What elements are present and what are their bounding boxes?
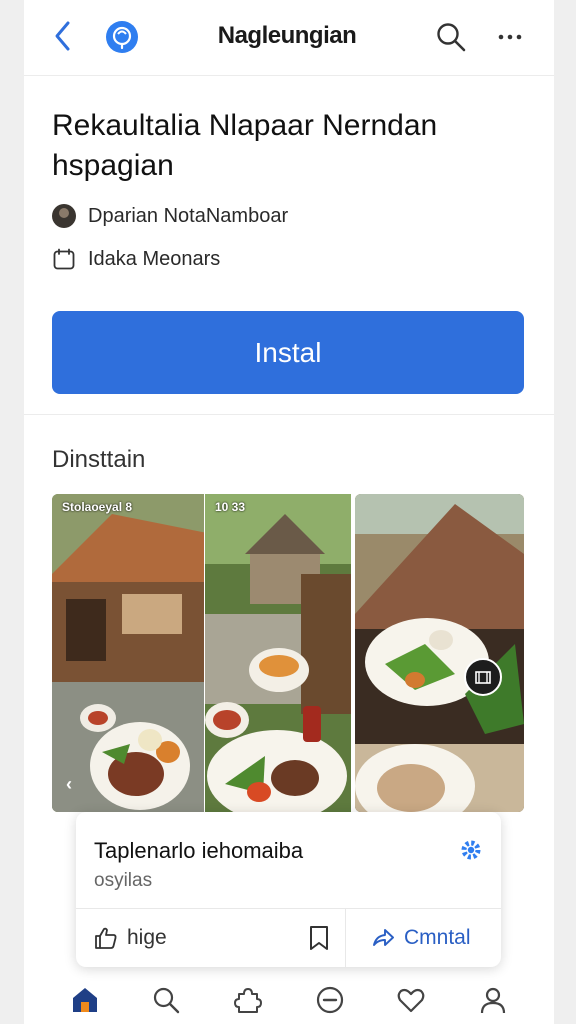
- chevron-left-icon: [55, 21, 70, 51]
- share-arrow-icon: [373, 929, 394, 946]
- app-name: Rekaultalia Nlapaar Nerndan hspagian: [52, 109, 438, 182]
- gear-icon: [461, 840, 481, 860]
- nav-minus[interactable]: [310, 980, 350, 1020]
- home-icon: [72, 988, 97, 1012]
- comment-label: Cmntal: [404, 926, 471, 949]
- screenshot-status-text: Stolaoeyal 8: [62, 500, 133, 514]
- more-horizontal-icon: [498, 34, 522, 40]
- screenshot-status-text: 10 33: [215, 500, 246, 514]
- gallery-prev-icon[interactable]: ‹: [66, 774, 72, 795]
- app-detail-page: Nagleungian Rekaultalia Nlapaar Nerndan …: [24, 0, 554, 1024]
- gallery-play-badge[interactable]: [464, 658, 502, 696]
- calendar-icon: [53, 248, 75, 270]
- category-label: Idaka Meonars: [88, 247, 221, 270]
- nav-apps[interactable]: [228, 980, 268, 1020]
- nav-search[interactable]: [146, 980, 186, 1020]
- card-subtitle: osyilas: [94, 870, 153, 891]
- section-divider: [24, 414, 554, 415]
- bookmark-icon: [310, 926, 328, 950]
- more-options-button[interactable]: [492, 22, 528, 52]
- bookmark-button[interactable]: [306, 924, 332, 952]
- thumbs-up-icon: [95, 927, 117, 949]
- screenshot-3[interactable]: [355, 494, 524, 812]
- bottom-navigation: [24, 976, 554, 1024]
- developer-avatar: [52, 204, 76, 228]
- card-title: Taplenarlo iehomaiba: [94, 838, 304, 863]
- comment-button[interactable]: Cmntal: [358, 909, 501, 967]
- screenshots-section-title: Dinsttain: [52, 446, 146, 473]
- heart-icon: [398, 988, 425, 1013]
- profile-icon: [481, 987, 506, 1014]
- card-settings-button[interactable]: [458, 837, 484, 863]
- search-icon: [154, 987, 180, 1014]
- install-button[interactable]: Instal: [52, 311, 524, 394]
- like-label: hige: [127, 926, 167, 949]
- back-button[interactable]: [50, 18, 76, 54]
- screenshot-1[interactable]: Stolaoeyal 8 ‹: [52, 494, 204, 812]
- search-button[interactable]: [434, 20, 468, 54]
- nav-home[interactable]: [65, 980, 105, 1020]
- header-title: Nagleungian: [217, 22, 357, 49]
- developer-row[interactable]: Dparian NotaNamboar: [52, 203, 288, 229]
- review-card: Taplenarlo iehomaiba osyilas hige Cmntal: [76, 812, 501, 967]
- screenshot-gallery[interactable]: Stolaoeyal 8 ‹ 10 33: [52, 494, 524, 812]
- category-row[interactable]: Idaka Meonars: [52, 246, 220, 272]
- screenshot-2[interactable]: 10 33: [205, 494, 351, 812]
- puzzle-icon: [234, 988, 263, 1013]
- minus-circle-icon: [316, 986, 343, 1014]
- nav-profile[interactable]: [473, 980, 513, 1020]
- top-bar: Nagleungian: [24, 0, 554, 76]
- app-logo-icon: [106, 21, 138, 53]
- search-icon: [437, 23, 466, 52]
- gallery-badge-icon: [475, 671, 491, 684]
- nav-favorites[interactable]: [391, 980, 431, 1020]
- developer-name: Dparian NotaNamboar: [88, 204, 289, 227]
